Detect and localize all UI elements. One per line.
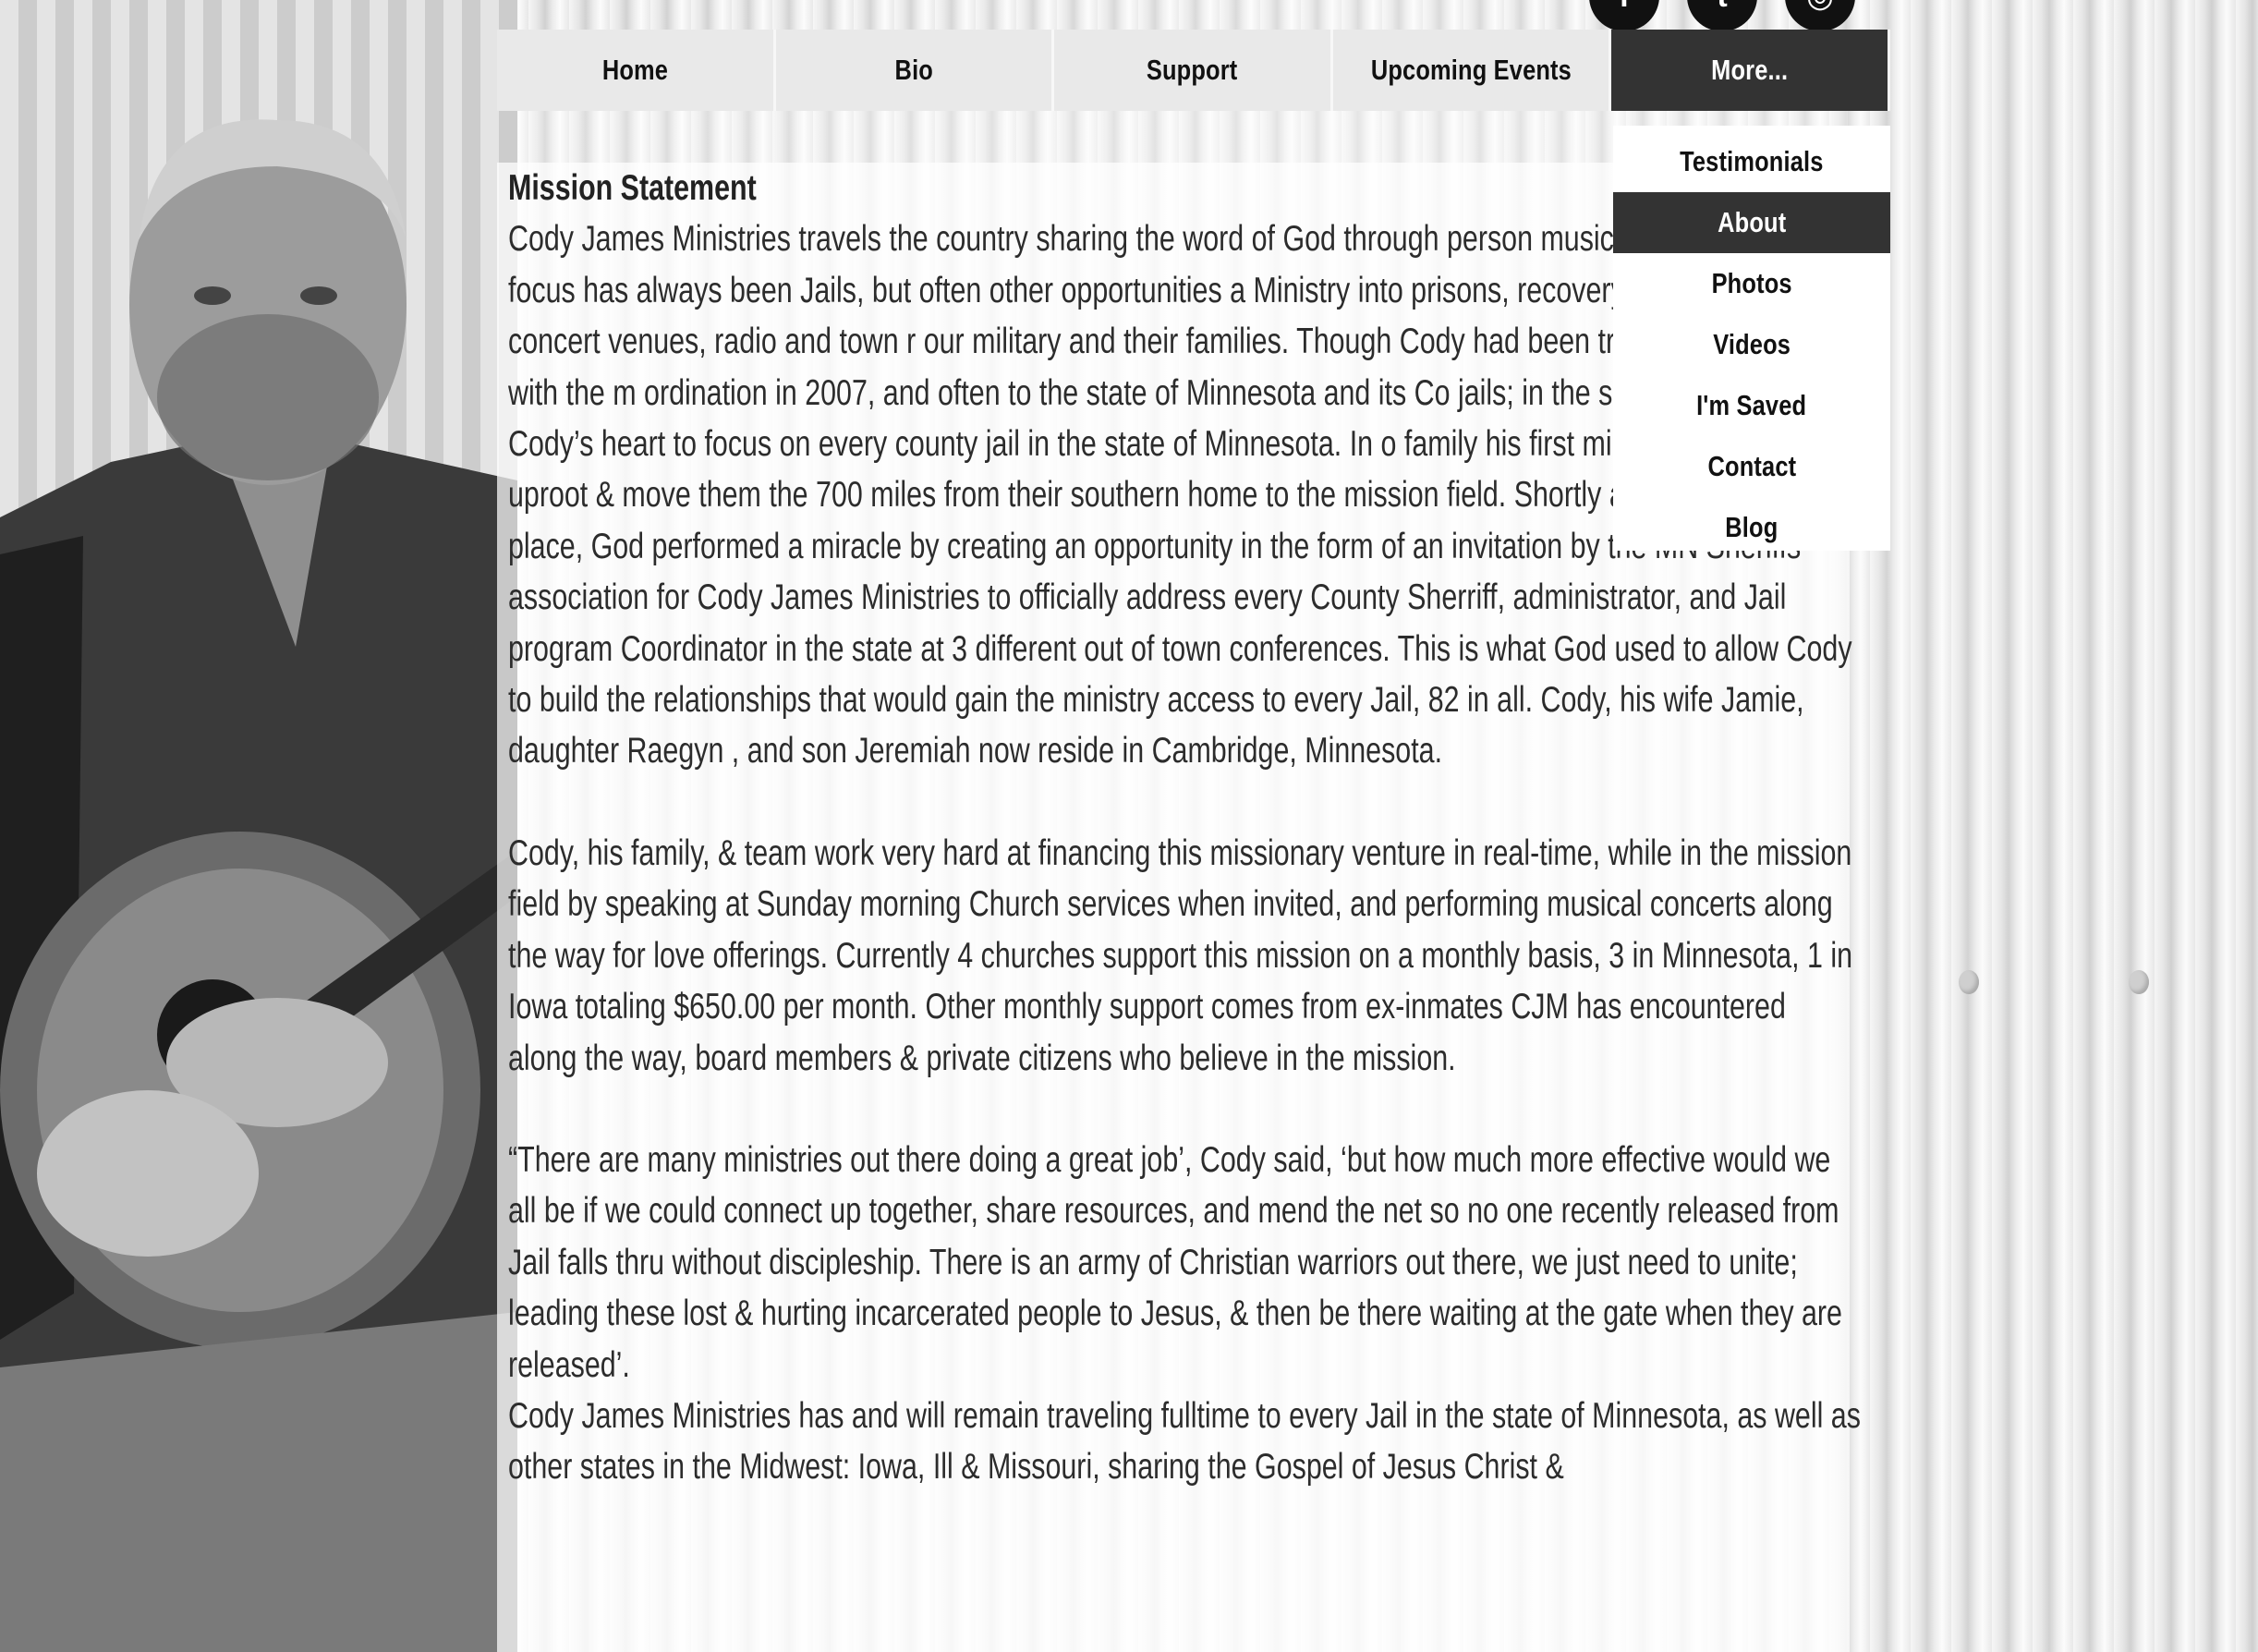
menu-item-photos[interactable]: Photos: [1613, 253, 1890, 314]
menu-item-label: I'm Saved: [1696, 389, 1807, 421]
nav-bio-label: Bio: [894, 54, 933, 86]
nav-support-label: Support: [1147, 54, 1238, 86]
menu-item-videos[interactable]: Videos: [1613, 314, 1890, 375]
more-dropdown-menu: Testimonials About Photos Videos I'm Sav…: [1613, 126, 1890, 551]
nav-more[interactable]: More...: [1611, 30, 1890, 111]
menu-item-label: Testimonials: [1680, 145, 1824, 177]
social-icons: f t ◎: [1589, 0, 1855, 31]
financing-paragraph: Cody, his family, & team work very hard …: [508, 832, 1853, 1078]
main-nav: Home Bio Support Upcoming Events More...: [497, 30, 1890, 111]
menu-item-testimonials[interactable]: Testimonials: [1613, 131, 1890, 192]
menu-item-label: Contact: [1707, 450, 1796, 482]
menu-item-label: About: [1717, 206, 1787, 238]
menu-item-contact[interactable]: Contact: [1613, 436, 1890, 497]
nav-support[interactable]: Support: [1054, 30, 1333, 111]
menu-item-label: Photos: [1711, 267, 1792, 299]
instagram-icon[interactable]: ◎: [1785, 0, 1855, 31]
closing-paragraph: Cody James Ministries has and will remai…: [508, 1395, 1861, 1488]
quote-paragraph: “There are many ministries out there doi…: [508, 1139, 1842, 1385]
menu-item-blog[interactable]: Blog: [1613, 497, 1890, 558]
hero-photo: [0, 0, 517, 1652]
nav-upcoming-events[interactable]: Upcoming Events: [1333, 30, 1612, 111]
menu-item-about[interactable]: About: [1613, 192, 1890, 253]
menu-item-label: Blog: [1725, 511, 1778, 543]
nav-more-label: More...: [1711, 54, 1789, 86]
menu-item-im-saved[interactable]: I'm Saved: [1613, 375, 1890, 436]
nav-bio[interactable]: Bio: [776, 30, 1055, 111]
rivet: [2129, 970, 2149, 994]
nav-home-label: Home: [601, 54, 668, 86]
menu-item-label: Videos: [1713, 328, 1791, 360]
twitter-icon[interactable]: t: [1687, 0, 1757, 31]
facebook-icon[interactable]: f: [1589, 0, 1659, 31]
rivet: [1959, 970, 1979, 994]
nav-home[interactable]: Home: [497, 30, 776, 111]
nav-upcoming-events-label: Upcoming Events: [1370, 54, 1572, 86]
